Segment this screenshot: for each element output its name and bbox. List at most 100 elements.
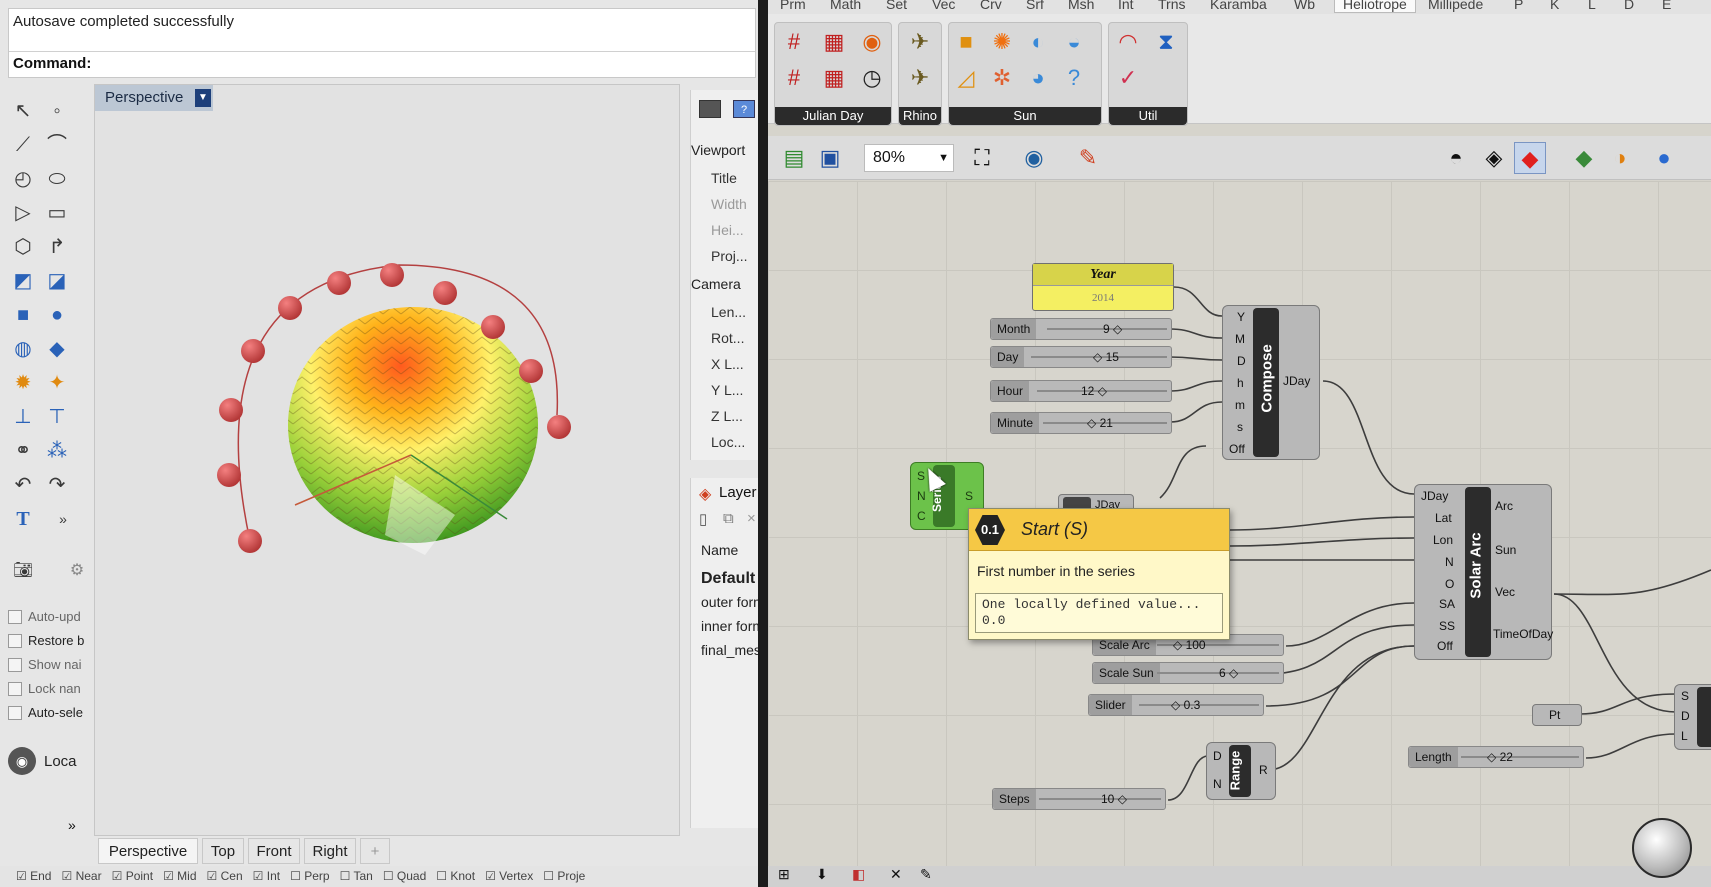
input-port[interactable]: C bbox=[917, 509, 926, 523]
month-slider[interactable]: Month 9 ◇ bbox=[990, 318, 1172, 340]
util-shading-icon[interactable]: ◠ bbox=[1113, 27, 1143, 57]
snap-perp[interactable]: ☐ Perp bbox=[290, 869, 329, 883]
solar-arc-component[interactable]: Solar Arc JDay Lat Lon N O SA SS Off Arc… bbox=[1414, 484, 1553, 660]
help-icon[interactable]: ? bbox=[733, 100, 755, 118]
input-port[interactable]: Lat bbox=[1435, 511, 1452, 525]
tab-d[interactable]: D bbox=[1624, 0, 1634, 12]
sun-angle-icon[interactable]: ◿ bbox=[951, 63, 981, 93]
rhino-sun-icon[interactable]: ✈ bbox=[905, 63, 935, 93]
sun-orbit-icon[interactable]: ◐ bbox=[1023, 27, 1053, 57]
snap-vertex[interactable]: ☑ Vertex bbox=[485, 869, 533, 883]
output-port[interactable]: R bbox=[1259, 763, 1268, 777]
input-port[interactable]: O bbox=[1445, 577, 1454, 591]
input-port[interactable]: N bbox=[917, 489, 926, 503]
preview-eye-icon[interactable]: ◉ bbox=[1018, 142, 1050, 174]
input-port[interactable]: D bbox=[1213, 749, 1222, 763]
curve-icon[interactable]: ⌒ bbox=[42, 130, 72, 160]
steps-slider[interactable]: Steps 10 ◇ bbox=[992, 788, 1166, 810]
surface-icon[interactable]: ◩ bbox=[8, 266, 38, 296]
mesh-icon[interactable]: ◆ bbox=[42, 334, 72, 364]
copy-layer-icon[interactable]: ⧉ bbox=[723, 510, 734, 527]
delete-layer-icon[interactable]: × bbox=[747, 510, 756, 527]
polygon-icon[interactable]: ▷ bbox=[8, 198, 38, 228]
output-port[interactable]: TimeOfDay bbox=[1493, 627, 1553, 641]
input-port[interactable]: D bbox=[1237, 354, 1246, 368]
tab-prm[interactable]: Prm bbox=[780, 0, 806, 12]
checkbox[interactable] bbox=[8, 634, 22, 648]
checkbox[interactable] bbox=[8, 682, 22, 696]
fillet-icon[interactable]: ↱ bbox=[42, 232, 72, 262]
sun-path-icon[interactable]: ✲ bbox=[987, 63, 1017, 93]
box-icon[interactable]: ■ bbox=[8, 300, 38, 330]
cylinder-icon[interactable]: ◍ bbox=[8, 334, 38, 364]
tab-heliotrope[interactable]: Heliotrope bbox=[1334, 0, 1416, 13]
option-row[interactable]: Restore b bbox=[4, 629, 86, 653]
checkbox[interactable] bbox=[8, 610, 22, 624]
bottom-pen-icon[interactable]: ✎ bbox=[920, 866, 932, 883]
input-port[interactable]: s bbox=[1237, 420, 1243, 434]
checkbox[interactable] bbox=[8, 706, 22, 720]
snap-mid[interactable]: ☑ Mid bbox=[163, 869, 196, 883]
move-icon[interactable]: ⊥ bbox=[8, 402, 38, 432]
util-hourglass-icon[interactable]: ⧗ bbox=[1151, 27, 1181, 57]
tab-srf[interactable]: Srf bbox=[1026, 0, 1044, 12]
option-row[interactable]: Auto-sele bbox=[4, 701, 86, 725]
snap-project[interactable]: ☐ Proje bbox=[543, 869, 585, 883]
snap-tan[interactable]: ☐ Tan bbox=[340, 869, 373, 883]
output-port[interactable]: Arc bbox=[1495, 499, 1513, 513]
curve-tool-icon[interactable]: ↷ bbox=[42, 470, 72, 500]
input-port[interactable]: M bbox=[1235, 332, 1245, 346]
rectangle-icon[interactable]: ▭ bbox=[42, 198, 72, 228]
add-viewport-button[interactable]: + bbox=[360, 838, 390, 864]
globe-icon[interactable]: ◉ bbox=[8, 747, 36, 775]
expand-chevron-icon[interactable]: » bbox=[68, 817, 76, 833]
preview-selected-icon[interactable]: ◆ bbox=[1514, 142, 1546, 174]
group-icon[interactable]: ⚭ bbox=[8, 436, 38, 466]
tab-msh[interactable]: Msh bbox=[1068, 0, 1094, 12]
input-port[interactable]: SA bbox=[1439, 597, 1455, 611]
layer-item[interactable]: inner form bbox=[701, 618, 764, 634]
input-port[interactable]: D bbox=[1681, 709, 1690, 723]
preview-shaded-icon[interactable]: ◓ bbox=[1440, 142, 1472, 174]
tab-p[interactable]: P bbox=[1514, 0, 1523, 12]
generic-slider[interactable]: Slider ◇ 0.3 bbox=[1088, 694, 1264, 716]
layers-header[interactable]: Layer bbox=[719, 484, 757, 501]
sun-burst-icon[interactable]: ✺ bbox=[987, 27, 1017, 57]
tab-crv[interactable]: Crv bbox=[980, 0, 1002, 12]
bottom-toolbar-icon[interactable]: ⊞ bbox=[778, 866, 790, 883]
input-port[interactable]: N bbox=[1445, 555, 1454, 569]
julian-day-icon[interactable]: # bbox=[779, 27, 809, 57]
layer-item[interactable]: Default bbox=[701, 570, 755, 588]
tab-e[interactable]: E bbox=[1662, 0, 1671, 12]
slider-track[interactable] bbox=[1039, 798, 1161, 800]
snap-end[interactable]: ☑ End bbox=[16, 869, 51, 883]
output-port[interactable]: S bbox=[965, 489, 973, 503]
tab-math[interactable]: Math bbox=[830, 0, 861, 12]
tab-trns[interactable]: Trns bbox=[1158, 0, 1185, 12]
dots-icon[interactable]: ⁂ bbox=[42, 436, 72, 466]
sun-query-icon[interactable]: ? bbox=[1059, 63, 1089, 93]
text-icon[interactable]: T bbox=[8, 504, 38, 534]
zoom-extents-icon[interactable]: ⛶ bbox=[966, 142, 998, 174]
polyline-icon[interactable]: ⟋ bbox=[8, 130, 38, 160]
download-icon[interactable]: ⬇ bbox=[816, 866, 828, 883]
more-tools-icon[interactable]: » bbox=[48, 504, 78, 534]
tab-top[interactable]: Top bbox=[202, 838, 244, 864]
snap-knot[interactable]: ☐ Knot bbox=[436, 869, 475, 883]
snap-int[interactable]: ☑ Int bbox=[253, 869, 280, 883]
save-file-icon[interactable]: ▣ bbox=[814, 142, 846, 174]
input-port[interactable]: m bbox=[1235, 398, 1245, 412]
day-slider[interactable]: Day ◇ 15 bbox=[990, 346, 1172, 368]
output-port[interactable]: Vec bbox=[1495, 585, 1515, 599]
camera-icon[interactable]: 📷︎ bbox=[8, 556, 38, 586]
tab-front[interactable]: Front bbox=[248, 838, 300, 864]
option-row[interactable]: Show nai bbox=[4, 653, 86, 677]
compose-component[interactable]: Compose Y M D h m s Off JDay bbox=[1222, 305, 1320, 460]
snap-near[interactable]: ☑ Near bbox=[61, 869, 101, 883]
calendar-icon[interactable]: ▦ bbox=[819, 27, 849, 57]
input-port[interactable]: N bbox=[1213, 777, 1222, 791]
tab-perspective[interactable]: Perspective bbox=[98, 838, 198, 864]
tab-int[interactable]: Int bbox=[1118, 0, 1134, 12]
preview-material-icon[interactable]: ◑ bbox=[1604, 142, 1636, 174]
point-icon[interactable]: ◦ bbox=[42, 96, 72, 126]
